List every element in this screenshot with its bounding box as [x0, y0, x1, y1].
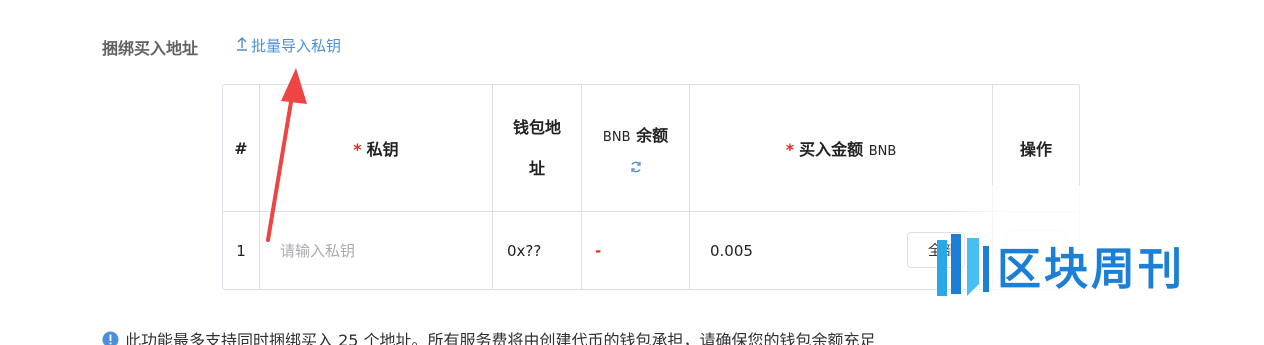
bnb-balance-cell: - — [582, 212, 690, 290]
refresh-icon[interactable] — [629, 160, 643, 174]
bundle-notice: 此功能最多支持同时捆绑买入 25 个地址。所有服务费将由创建代币的钱包承担，请确… — [102, 327, 876, 345]
buy-amount-unit-text: BNB — [868, 144, 897, 159]
upload-icon — [236, 36, 248, 55]
required-mark: * — [785, 140, 795, 159]
private-key-header-text: 私钥 — [366, 140, 399, 159]
buy-amount-header-text: 买入金额 — [799, 140, 864, 159]
index-header-text: # — [234, 138, 248, 158]
row-index-cell: 1 — [223, 212, 260, 290]
info-icon — [102, 331, 119, 345]
watermark-logo-icon — [937, 234, 989, 296]
required-mark: * — [353, 140, 362, 159]
balance-header-text: 余额 — [636, 126, 669, 145]
wallet-address-cell: 0x?? — [493, 212, 582, 290]
wallet-address-value: 0x?? — [507, 242, 542, 260]
private-key-cell — [260, 212, 493, 290]
watermark: 区块周刊 — [935, 230, 1245, 300]
actions-header-text: 操作 — [1019, 140, 1052, 159]
import-link-label: 批量导入私钥 — [251, 37, 342, 55]
wallet-address-header-line2: 址 — [528, 159, 545, 178]
bnb-balance-value: - — [595, 242, 602, 260]
bundle-buy-address-label: 捆绑买入地址 — [102, 39, 199, 58]
bnb-unit-text: BNB — [602, 130, 631, 145]
wallet-address-header-line1: 钱包地 — [512, 118, 561, 137]
batch-import-private-keys-link[interactable]: 批量导入私钥 — [236, 35, 341, 56]
column-header-bnb-balance: BNB 余额 — [582, 85, 690, 212]
row-index: 1 — [236, 242, 246, 260]
buy-amount-value[interactable]: 0.005 — [710, 242, 753, 260]
watermark-text: 区块周刊 — [997, 244, 1185, 295]
column-header-wallet-address: 钱包地 址 — [493, 85, 582, 212]
column-header-private-key: * 私钥 — [260, 85, 493, 212]
private-key-input[interactable] — [280, 234, 480, 268]
column-header-index: # — [223, 85, 260, 212]
notice-text: 此功能最多支持同时捆绑买入 25 个地址。所有服务费将由创建代币的钱包承担，请确… — [125, 331, 876, 345]
